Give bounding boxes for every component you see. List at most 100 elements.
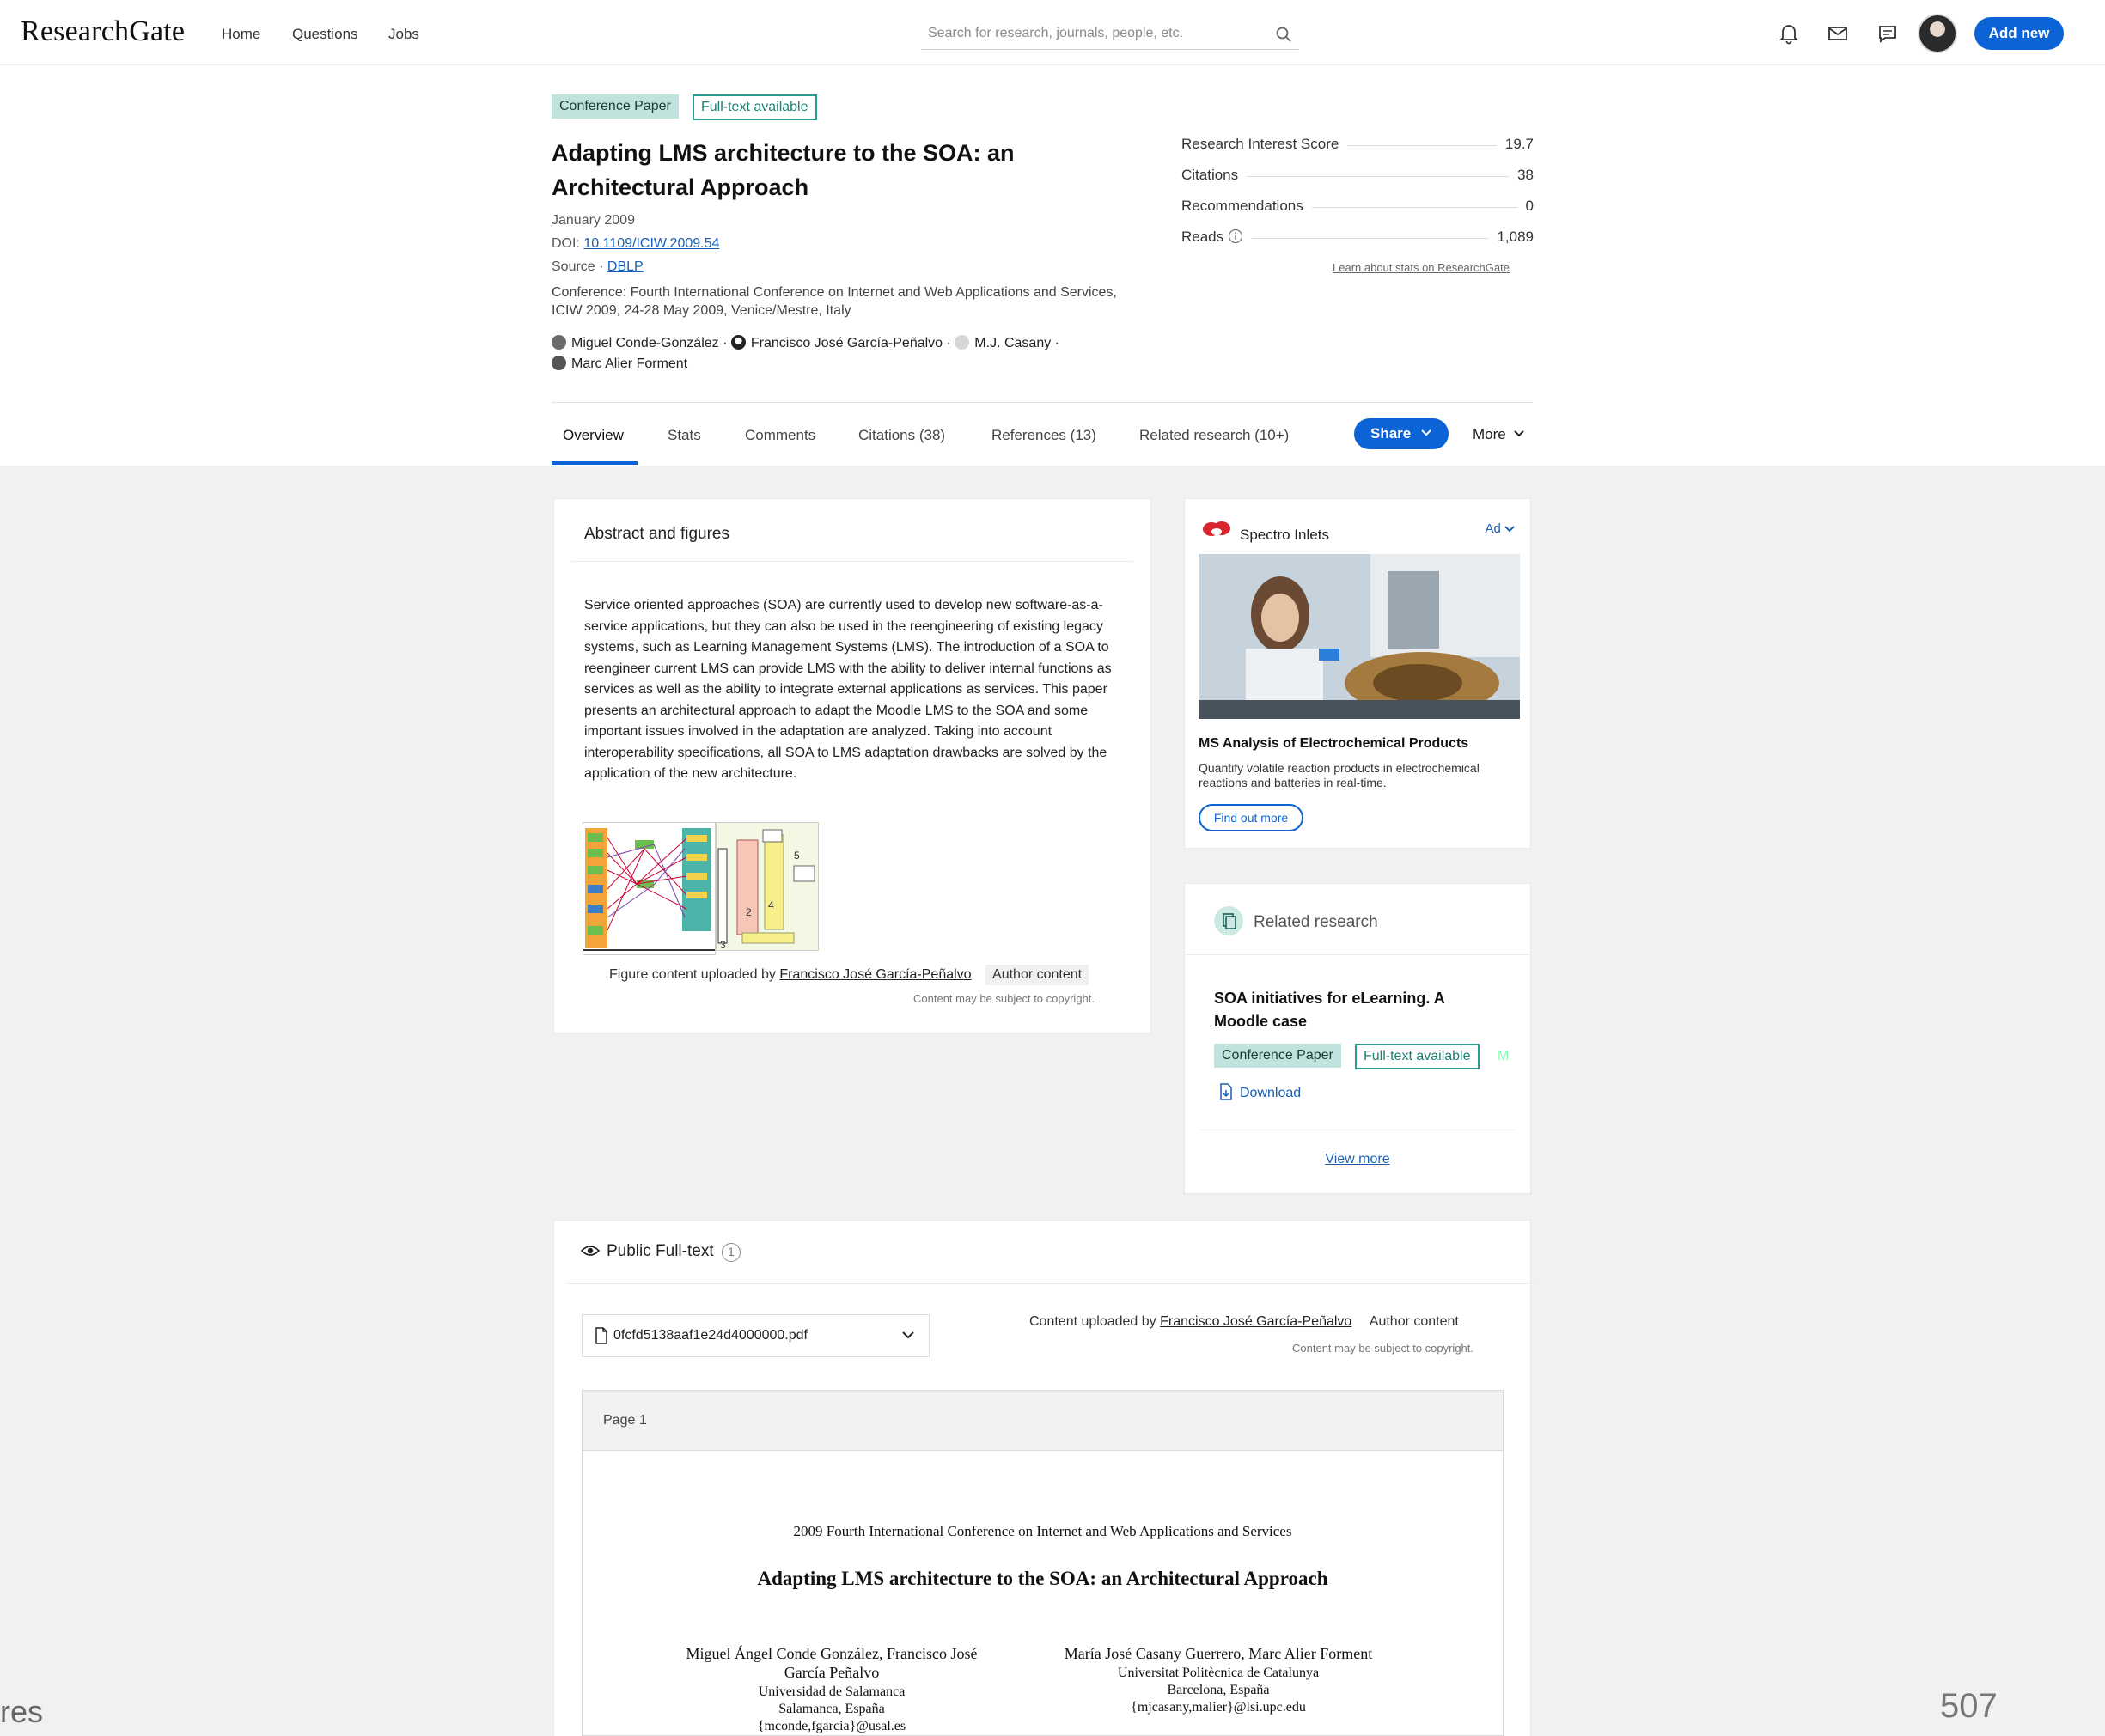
ad-label[interactable]: Ad xyxy=(1485,521,1515,536)
download-link[interactable]: Download xyxy=(1219,1083,1301,1101)
tab-overview[interactable]: Overview xyxy=(563,427,624,444)
svg-text:5: 5 xyxy=(794,850,800,862)
divider xyxy=(571,561,1133,562)
documents-icon xyxy=(1223,913,1236,929)
find-out-more-button[interactable]: Find out more xyxy=(1199,804,1303,831)
author-link[interactable]: Marc Alier Forment xyxy=(571,356,687,371)
pdf-title: Adapting LMS architecture to the SOA: an… xyxy=(757,1568,1328,1589)
abstract-heading: Abstract and figures xyxy=(584,525,729,543)
figure-thumbnail[interactable]: 5 4 2 3 xyxy=(716,822,819,951)
ad-body-text: Quantify volatile reaction products in e… xyxy=(1199,761,1480,789)
messages-chat-icon[interactable] xyxy=(1876,22,1899,45)
chevron-down-icon xyxy=(1504,526,1515,533)
uploader-link[interactable]: Francisco José García-Peñalvo xyxy=(1160,1314,1351,1329)
author-link[interactable]: Francisco José García-Peñalvo xyxy=(751,336,943,350)
pdf-page-header: Page 1 xyxy=(583,1391,1503,1451)
copyright-note: Content may be subject to copyright. xyxy=(913,992,1095,1005)
source-prefix: Source · xyxy=(552,259,604,274)
stat-label: Reads xyxy=(1181,228,1252,246)
svg-text:2: 2 xyxy=(746,906,752,918)
figure-thumbnail[interactable] xyxy=(583,822,716,955)
doi-link[interactable]: 10.1109/ICIW.2009.54 xyxy=(583,236,719,251)
chevron-down-icon xyxy=(902,1331,914,1339)
mail-icon[interactable] xyxy=(1827,22,1849,45)
source-link[interactable]: DBLP xyxy=(607,259,644,274)
author-link[interactable]: Miguel Conde-González xyxy=(571,336,719,350)
stat-label: Research Interest Score xyxy=(1181,136,1348,153)
related-paper-title[interactable]: SOA initiatives for eLearning. A Moodle … xyxy=(1214,987,1489,1033)
advertisement-card: Spectro Inlets Ad MS Analysis of Electro… xyxy=(1184,498,1531,849)
pdf-location-right: Barcelona, España xyxy=(1167,1683,1270,1697)
ad-label-text: Ad xyxy=(1485,521,1501,536)
active-tab-indicator xyxy=(552,461,638,465)
tab-stats[interactable]: Stats xyxy=(668,427,701,444)
paper-stats: Research Interest Score 19.7 Citations 38 … xyxy=(1181,136,1534,259)
author-avatar xyxy=(730,335,746,350)
top-navigation-bar: ResearchGate Home Questions Jobs Add new xyxy=(0,0,2105,65)
tab-related-research[interactable]: Related research (10+) xyxy=(1139,427,1289,444)
author-link[interactable]: M.J. Casany xyxy=(974,336,1051,350)
author-avatar xyxy=(552,335,566,350)
author-content-label: Author content xyxy=(1369,1314,1459,1329)
fulltext-info-icon[interactable]: 1 xyxy=(721,1243,741,1262)
search-box xyxy=(921,19,1299,50)
info-icon[interactable] xyxy=(1228,228,1243,244)
figure-caption-label: Figure content uploaded by xyxy=(609,967,776,982)
more-menu[interactable]: More xyxy=(1473,426,1525,443)
pdf-authors-right: María José Casany Guerrero, Marc Alier F… xyxy=(1064,1645,1373,1662)
doi-prefix: DOI: xyxy=(552,236,580,251)
content-uploaded-label: Content uploaded by xyxy=(1029,1314,1156,1329)
stat-value: 38 xyxy=(1509,167,1534,184)
stat-reads: Reads 1,089 xyxy=(1181,228,1534,259)
figure-architecture-image: 5 4 2 3 xyxy=(717,829,815,951)
view-more-link[interactable]: View more xyxy=(1185,1152,1530,1167)
author-avatar xyxy=(955,335,970,350)
search-icon[interactable] xyxy=(1275,26,1292,43)
file-name: 0fcfd5138aaf1e24d4000000.pdf xyxy=(613,1328,808,1343)
pdf-email-right: {mjcasany,malier}@lsi.upc.edu xyxy=(1131,1700,1306,1715)
share-button[interactable]: Share xyxy=(1354,418,1449,449)
spectro-inlets-logo-icon xyxy=(1203,521,1230,536)
pdf-authors-left: Miguel Ángel Conde González, Francisco J… xyxy=(686,1645,978,1662)
abstract-text: Service oriented approaches (SOA) are cu… xyxy=(584,598,1112,781)
page-number-label: Page 1 xyxy=(603,1413,647,1428)
conference-info: Conference: Fourth International Confere… xyxy=(552,285,1117,318)
nav-home[interactable]: Home xyxy=(222,26,260,43)
researchgate-logo[interactable]: ResearchGate xyxy=(21,15,185,48)
ad-lab-photo[interactable] xyxy=(1199,554,1520,719)
tab-references[interactable]: References (13) xyxy=(991,427,1096,444)
notifications-bell-icon[interactable] xyxy=(1778,22,1800,45)
related-research-icon xyxy=(1214,906,1243,935)
stat-citations: Citations 38 xyxy=(1181,167,1534,198)
pdf-page-viewer[interactable]: Page 1 2009 Fourth International Confere… xyxy=(582,1390,1504,1736)
stat-label: Citations xyxy=(1181,167,1248,184)
pdf-conference-line: 2009 Fourth International Conference on … xyxy=(793,1523,1292,1539)
pdf-location-left: Salamanca, España xyxy=(778,1702,885,1716)
conference-paper-badge: Conference Paper xyxy=(552,94,679,119)
user-avatar[interactable] xyxy=(1918,14,1957,53)
chevron-down-icon xyxy=(1514,430,1525,437)
figure-uploader-link[interactable]: Francisco José García-Peñalvo xyxy=(779,967,971,982)
public-fulltext-label: Public Full-text xyxy=(607,1242,714,1260)
nav-questions[interactable]: Questions xyxy=(292,26,358,43)
figure-caption: Figure content uploaded by Francisco Jos… xyxy=(609,965,1089,985)
ad-brand-name: Spectro Inlets xyxy=(1240,527,1329,543)
ad-headline[interactable]: MS Analysis of Electrochemical Products xyxy=(1199,736,1468,752)
overflow-badge-fragment: M xyxy=(1498,1049,1510,1063)
stat-label-text: Reads xyxy=(1181,228,1224,245)
copyright-note: Content may be subject to copyright. xyxy=(1292,1342,1474,1355)
nav-jobs[interactable]: Jobs xyxy=(388,26,419,43)
tab-citations[interactable]: Citations (38) xyxy=(858,427,945,444)
publication-date: January 2009 xyxy=(552,213,635,228)
add-new-button[interactable]: Add new xyxy=(1974,17,2064,50)
public-fulltext-heading: Public Full-text 1 xyxy=(580,1242,741,1262)
search-input[interactable] xyxy=(921,19,1265,48)
learn-about-stats-link[interactable]: Learn about stats on ResearchGate xyxy=(1333,261,1510,274)
related-research-heading: Related research xyxy=(1254,913,1378,931)
share-label: Share xyxy=(1370,425,1412,442)
figure-diagram-image xyxy=(583,828,715,951)
svg-text:4: 4 xyxy=(768,899,774,911)
tab-comments[interactable]: Comments xyxy=(745,427,815,444)
file-select-dropdown[interactable]: 0fcfd5138aaf1e24d4000000.pdf xyxy=(582,1314,930,1357)
pdf-affiliation-right: Universitat Politècnica de Catalunya xyxy=(1117,1666,1320,1680)
